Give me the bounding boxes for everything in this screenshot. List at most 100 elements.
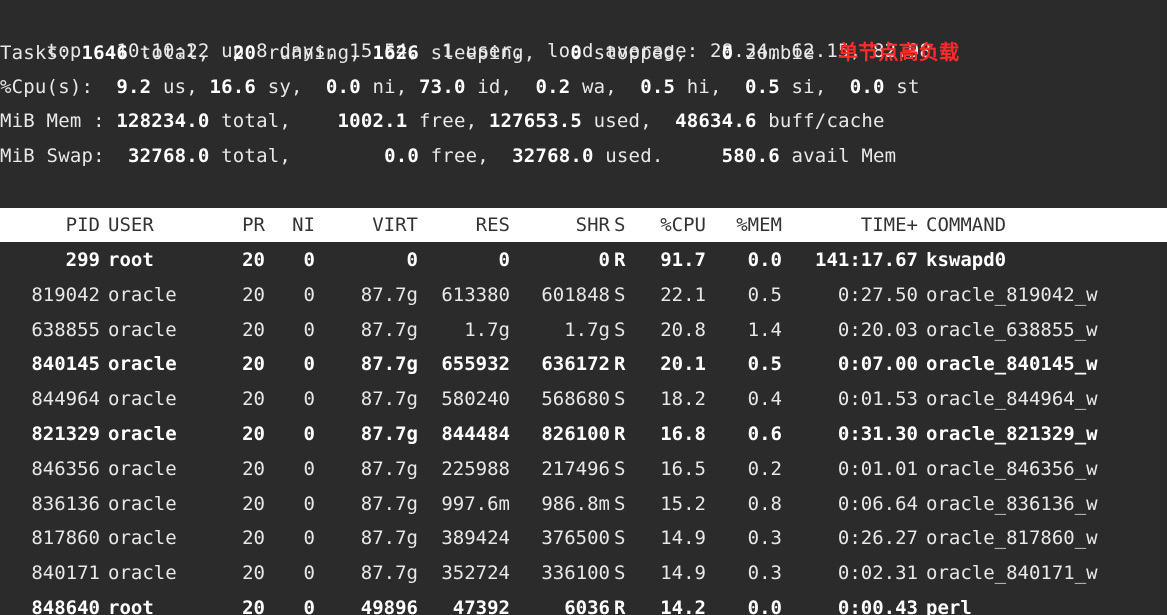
process-time: 0:20.03 bbox=[837, 318, 918, 341]
swap-total-value: 32768.0 bbox=[128, 145, 210, 167]
swap-avail-label: avail Mem bbox=[779, 145, 897, 167]
cpu-si-value: 0.5 bbox=[744, 76, 780, 98]
process-mem: 0.5 bbox=[747, 283, 782, 306]
tasks-zombie-label: zombie bbox=[733, 42, 839, 64]
process-shr: 986.8m bbox=[541, 492, 610, 515]
column-header-pr: PR bbox=[242, 214, 265, 236]
swap-used-label: used. bbox=[593, 145, 722, 167]
tasks-total-label: total, bbox=[128, 42, 233, 64]
process-cpu: 22.1 bbox=[660, 283, 706, 306]
cpu-hi-value: 0.5 bbox=[640, 76, 676, 98]
table-row[interactable]: 840171 oracle 20 0 87.7g 352724 336100 S 14.9 0.3… bbox=[0, 556, 1167, 591]
process-time: 0:31.30 bbox=[837, 422, 918, 445]
process-res: 655932 bbox=[441, 353, 510, 376]
process-shr: 0 bbox=[598, 249, 610, 271]
process-res: 389424 bbox=[441, 527, 510, 550]
process-res: 613380 bbox=[441, 283, 510, 306]
cpu-us-label: us, bbox=[151, 76, 210, 98]
table-row[interactable]: 836136 oracle 20 0 87.7g 997.6m 986.8m S 15.2 0.8… bbox=[0, 487, 1167, 522]
process-nice: 0 bbox=[303, 249, 315, 271]
process-virt: 87.7g bbox=[360, 527, 418, 550]
process-time: 0:02.31 bbox=[837, 562, 918, 585]
column-header-pid: PID bbox=[65, 214, 100, 236]
process-time: 0:00.43 bbox=[837, 596, 918, 615]
process-res: 1.7g bbox=[464, 318, 510, 341]
process-nice: 0 bbox=[303, 422, 315, 445]
cpu-sy-label: sy, bbox=[256, 76, 326, 98]
table-row[interactable]: 846356 oracle 20 0 87.7g 225988 217496 S 16.5 0.2… bbox=[0, 452, 1167, 487]
process-virt: 87.7g bbox=[360, 353, 418, 376]
table-row[interactable]: 848640 root 20 0 49896 47392 6036 R 14.2 0.0 0:00.… bbox=[0, 591, 1167, 615]
cpu-sy-value: 16.6 bbox=[209, 76, 257, 98]
process-nice: 0 bbox=[303, 318, 315, 341]
column-header-shr: SHR bbox=[575, 214, 610, 236]
process-pid: 638855 bbox=[31, 318, 100, 341]
process-priority: 20 bbox=[242, 318, 265, 341]
process-pid: 819042 bbox=[31, 283, 100, 306]
process-pid: 840145 bbox=[31, 353, 100, 376]
column-header-time: TIME+ bbox=[860, 214, 918, 236]
column-header-res: RES bbox=[475, 214, 510, 236]
process-mem: 0.0 bbox=[747, 596, 782, 615]
process-virt: 87.7g bbox=[360, 388, 418, 411]
process-time: 0:01.53 bbox=[837, 388, 918, 411]
process-command: oracle_844964_w bbox=[926, 388, 1098, 411]
process-cpu: 16.8 bbox=[660, 422, 706, 445]
process-priority: 20 bbox=[242, 422, 265, 445]
cpu-si-label: si, bbox=[779, 76, 850, 98]
table-row[interactable]: 821329 oracle 20 0 87.7g 844484 826100 R 16.8 0.6… bbox=[0, 417, 1167, 452]
mem-total-value: 128234.0 bbox=[116, 110, 210, 132]
process-pid: 299 bbox=[65, 249, 100, 271]
process-pid: 844964 bbox=[31, 388, 100, 411]
process-cpu: 20.1 bbox=[660, 353, 706, 376]
process-state: R bbox=[614, 422, 626, 445]
table-row[interactable]: 840145 oracle 20 0 87.7g 655932 636172 R 20.1 0.5… bbox=[0, 347, 1167, 382]
table-row[interactable]: 844964 oracle 20 0 87.7g 580240 568680 S 18.2 0.4… bbox=[0, 382, 1167, 417]
process-user: oracle bbox=[108, 283, 177, 306]
process-nice: 0 bbox=[303, 283, 315, 306]
column-header-user: USER bbox=[108, 214, 154, 236]
tasks-stopped-value: 0 bbox=[570, 42, 582, 64]
mem-free-value: 1002.1 bbox=[337, 110, 408, 132]
tasks-stopped-label: stopped, bbox=[582, 42, 722, 64]
swap-total-label: total, bbox=[209, 145, 385, 167]
table-row[interactable]: 819042 oracle 20 0 87.7g 613380 601848 S 22.1 0.5… bbox=[0, 278, 1167, 313]
process-cpu: 91.7 bbox=[660, 249, 706, 271]
process-mem: 0.0 bbox=[747, 249, 782, 271]
cpu-line: %Cpu(s): 9.2 us, 16.6 sy, 0.0 ni, 73.0 i… bbox=[0, 70, 920, 104]
table-row[interactable]: 299 root 20 0 0 0 0 R 91.7 0.0 141:17.67 kswapd0 bbox=[0, 243, 1167, 278]
column-header-cpu: %CPU bbox=[660, 214, 706, 236]
column-header-command: COMMAND bbox=[926, 214, 1007, 236]
terminal-window[interactable]: top - 10:10:22 up 8 days, 15:54, 1 user,… bbox=[0, 0, 1167, 615]
process-mem: 0.2 bbox=[747, 457, 782, 480]
mem-cache-value: 48634.6 bbox=[675, 110, 757, 132]
process-command: oracle_840171_w bbox=[926, 562, 1098, 585]
process-priority: 20 bbox=[242, 249, 265, 271]
process-nice: 0 bbox=[303, 562, 315, 585]
process-state: S bbox=[614, 562, 626, 585]
process-user: oracle bbox=[108, 388, 177, 411]
process-shr: 336100 bbox=[541, 562, 610, 585]
process-command: oracle_846356_w bbox=[926, 457, 1098, 480]
process-mem: 0.5 bbox=[747, 353, 782, 376]
process-user: oracle bbox=[108, 353, 177, 376]
mem-free-label: free, bbox=[407, 110, 489, 132]
process-mem: 0.6 bbox=[747, 422, 782, 445]
cpu-us-value: 9.2 bbox=[116, 76, 152, 98]
cpu-ni-label: ni, bbox=[360, 76, 420, 98]
process-command: oracle_638855_w bbox=[926, 318, 1098, 341]
process-virt: 87.7g bbox=[360, 562, 418, 585]
process-state: R bbox=[614, 353, 626, 376]
process-priority: 20 bbox=[242, 353, 265, 376]
table-row[interactable]: 638855 oracle 20 0 87.7g 1.7g 1.7g S 20.8 1.4 0:20… bbox=[0, 313, 1167, 348]
process-virt: 0 bbox=[406, 249, 418, 271]
mem-cache-label: buff/cache bbox=[756, 110, 885, 132]
swap-avail-value: 580.6 bbox=[721, 145, 780, 167]
cpu-ni-value: 0.0 bbox=[325, 76, 361, 98]
table-row[interactable]: 817860 oracle 20 0 87.7g 389424 376500 S 14.9 0.3… bbox=[0, 521, 1167, 556]
process-nice: 0 bbox=[303, 596, 315, 615]
process-mem: 1.4 bbox=[747, 318, 782, 341]
process-command: oracle_819042_w bbox=[926, 283, 1098, 306]
process-cpu: 20.8 bbox=[660, 318, 706, 341]
process-table-body: 299 root 20 0 0 0 0 R 91.7 0.0 141:17.67 kswapd0 819… bbox=[0, 243, 1167, 615]
